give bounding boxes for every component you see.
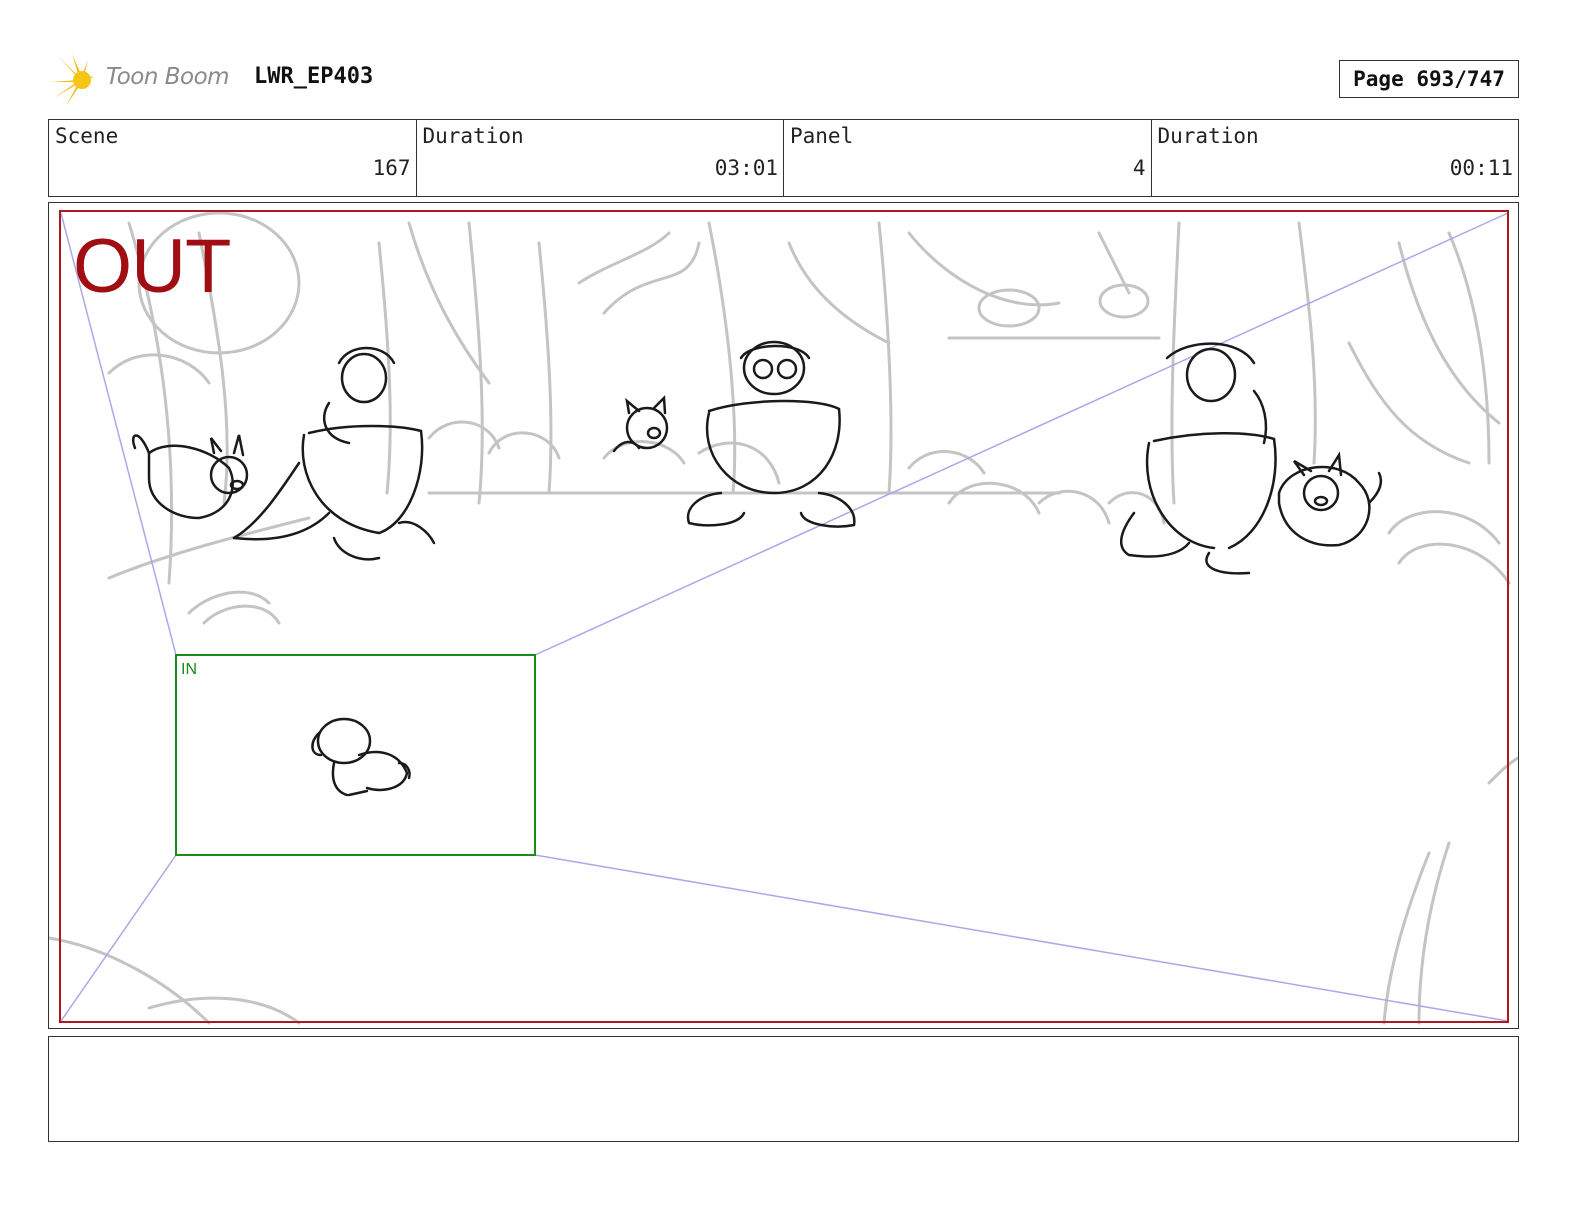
in-label: IN — [181, 661, 197, 678]
toon-boom-logo: Toon Boom — [50, 52, 240, 108]
scene-value: 167 — [372, 156, 411, 180]
panel-value: 4 — [1132, 156, 1146, 180]
notes-box — [48, 1036, 1519, 1142]
storyboard-panel: OUT IN — [48, 202, 1519, 1029]
scene-duration-cell: Duration 03:01 — [417, 120, 784, 196]
logo-text: Toon Boom — [106, 64, 230, 90]
background-sketch — [49, 211, 1518, 1025]
scene-label: Scene — [55, 124, 119, 148]
starburst-icon — [50, 54, 94, 106]
scene-duration-value: 03:01 — [714, 156, 778, 180]
panel-drawing — [49, 210, 1518, 1025]
panel-duration-label: Duration — [1157, 124, 1259, 148]
perspective-lines — [60, 212, 1509, 1022]
panel-label: Panel — [790, 124, 854, 148]
scene-duration-label: Duration — [422, 124, 524, 148]
scene-cell: Scene 167 — [49, 120, 417, 196]
page-number: Page 693/747 — [1339, 60, 1519, 98]
project-title: LWR_EP403 — [254, 64, 374, 89]
panel-cell: Panel 4 — [784, 120, 1152, 196]
info-table: Scene 167 Duration 03:01 Panel 4 Duratio… — [48, 119, 1519, 197]
out-label: OUT — [73, 224, 231, 309]
character-sketches — [132, 340, 1383, 797]
panel-duration-cell: Duration 00:11 — [1152, 120, 1519, 196]
panel-duration-value: 00:11 — [1449, 156, 1513, 180]
in-frame — [175, 654, 536, 856]
